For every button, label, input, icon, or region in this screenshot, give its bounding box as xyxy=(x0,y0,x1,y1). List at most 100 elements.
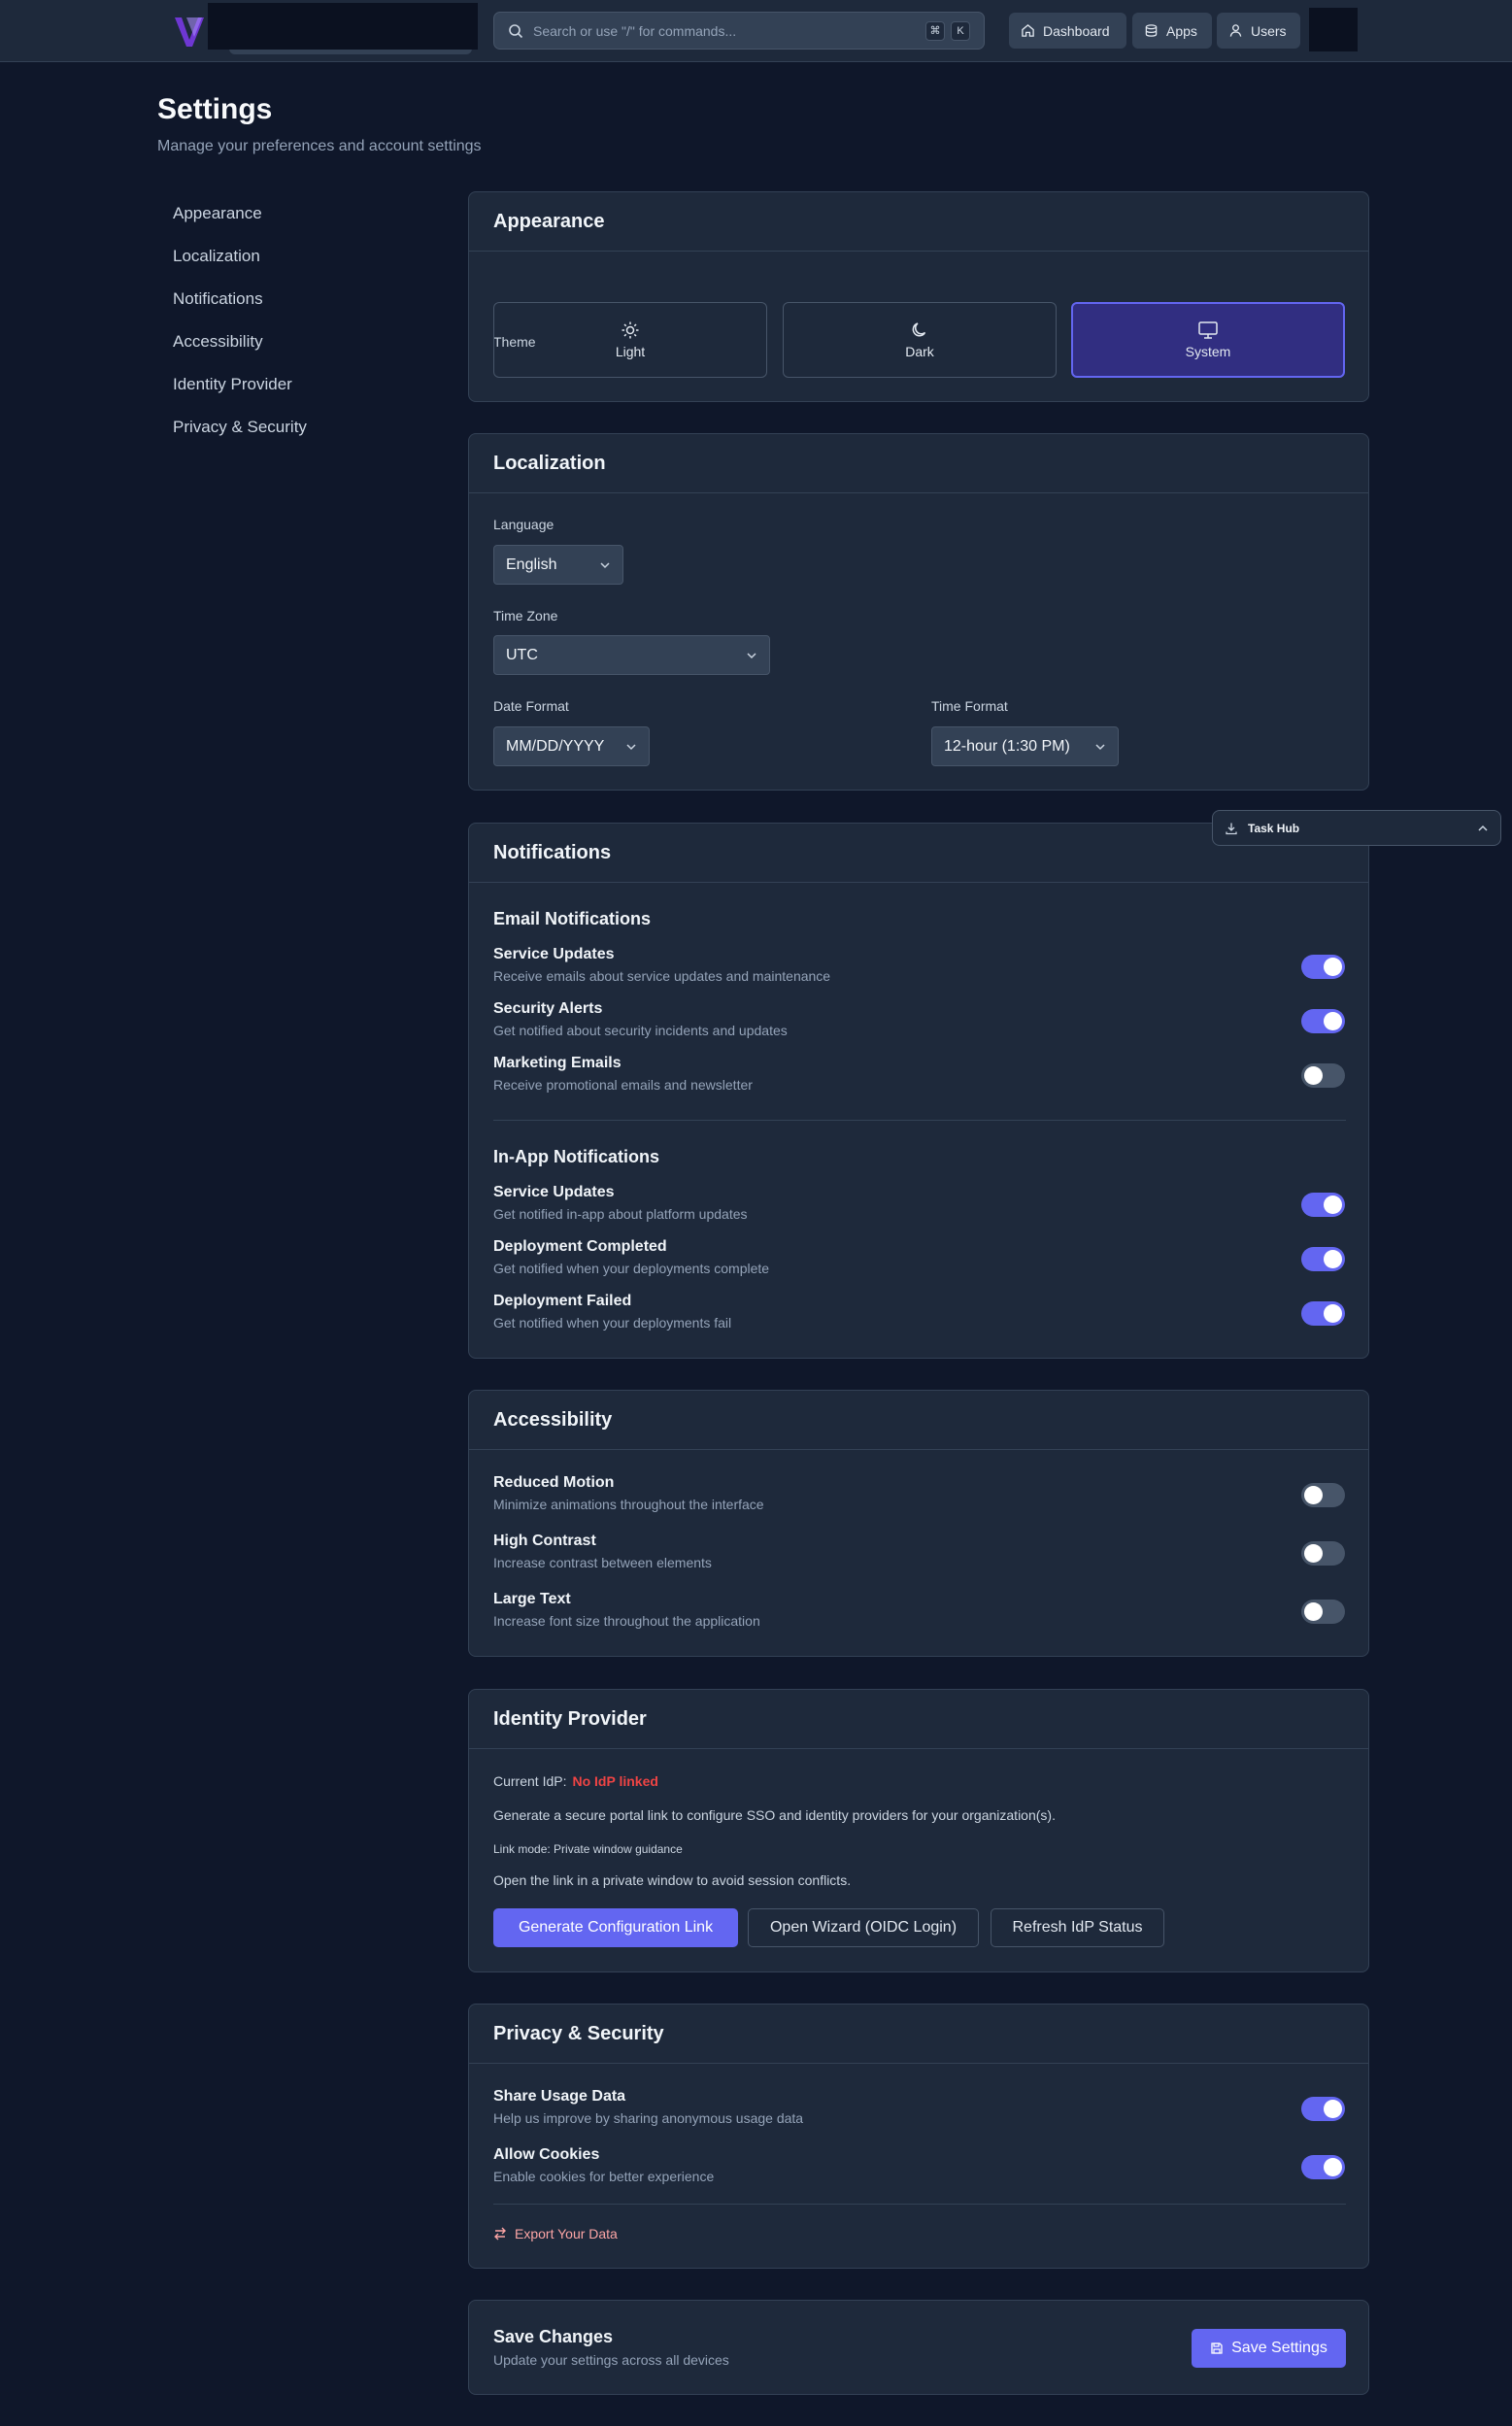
sidenav-item-privacy-security[interactable]: Privacy & Security xyxy=(157,406,429,449)
accessibility-card: Accessibility Reduced Motion Minimize an… xyxy=(468,1390,1369,1657)
sidenav-item-appearance[interactable]: Appearance xyxy=(157,192,429,235)
deployment-completed-toggle[interactable] xyxy=(1301,1247,1345,1271)
shortcut-hint: ⌘ K xyxy=(925,20,970,41)
idp-description: Generate a secure portal link to configu… xyxy=(493,1807,1056,1823)
timezone-value: UTC xyxy=(506,646,538,663)
chevron-down-icon xyxy=(1095,743,1105,750)
moon-icon xyxy=(912,322,926,337)
avatar[interactable] xyxy=(1309,8,1358,51)
privacy-security-card: Privacy & Security Share Usage Data Help… xyxy=(468,2004,1369,2269)
export-data-label: Export Your Data xyxy=(515,2226,618,2241)
share-usage-data-toggle[interactable] xyxy=(1301,2097,1345,2121)
theme-light-button[interactable]: Light xyxy=(493,302,767,378)
apps-button[interactable]: Apps xyxy=(1132,13,1212,49)
allow-cookies-toggle[interactable] xyxy=(1301,2155,1345,2179)
save-icon xyxy=(1211,2342,1223,2354)
appearance-card: Appearance Theme Light Dark System xyxy=(468,191,1369,402)
security-alerts-toggle[interactable] xyxy=(1301,1009,1345,1033)
email-service-updates-toggle[interactable] xyxy=(1301,955,1345,979)
large-text-title: Large Text xyxy=(493,1591,571,1607)
reduced-motion-toggle[interactable] xyxy=(1301,1483,1345,1507)
home-icon xyxy=(1022,24,1034,37)
theme-dark-label: Dark xyxy=(905,344,934,359)
download-icon xyxy=(1226,823,1237,834)
users-button[interactable]: Users xyxy=(1217,13,1300,49)
chevron-down-icon xyxy=(747,652,756,658)
apps-label: Apps xyxy=(1166,22,1197,39)
high-contrast-desc: Increase contrast between elements xyxy=(493,1555,712,1570)
dashboard-button[interactable]: Dashboard xyxy=(1009,13,1126,49)
marketing-emails-desc: Receive promotional emails and newslette… xyxy=(493,1077,753,1093)
task-hub-label: Task Hub xyxy=(1248,821,1300,835)
current-idp-label: Current IdP: xyxy=(493,1773,567,1789)
sidenav-item-accessibility[interactable]: Accessibility xyxy=(157,320,429,363)
deployment-failed-desc: Get notified when your deployments fail xyxy=(493,1315,732,1331)
reduced-motion-desc: Minimize animations throughout the inter… xyxy=(493,1497,764,1512)
section-divider xyxy=(493,1120,1346,1121)
localization-card: Localization Language English Time Zone … xyxy=(468,433,1369,791)
refresh-idp-status-button[interactable]: Refresh IdP Status xyxy=(991,1908,1164,1947)
database-icon xyxy=(1145,24,1158,37)
section-divider xyxy=(493,2204,1346,2205)
page-title: Settings xyxy=(157,93,273,125)
inapp-service-updates-title: Service Updates xyxy=(493,1184,615,1200)
identity-provider-card: Identity Provider Current IdP: No IdP lin… xyxy=(468,1689,1369,1972)
save-changes-desc: Update your settings across all devices xyxy=(493,2352,729,2368)
date-format-select[interactable]: MM/DD/YYYY xyxy=(493,726,650,766)
language-value: English xyxy=(506,556,557,573)
time-format-select[interactable]: 12-hour (1:30 PM) xyxy=(931,726,1119,766)
deployment-completed-title: Deployment Completed xyxy=(493,1238,667,1255)
timezone-label: Time Zone xyxy=(493,608,558,623)
timezone-select[interactable]: UTC xyxy=(493,635,770,675)
deployment-completed-desc: Get notified when your deployments compl… xyxy=(493,1261,770,1276)
save-settings-button[interactable]: Save Settings xyxy=(1192,2329,1346,2368)
generate-config-link-button[interactable]: Generate Configuration Link xyxy=(493,1908,738,1947)
logo-icon[interactable] xyxy=(173,14,212,51)
sidenav-item-identity-provider[interactable]: Identity Provider xyxy=(157,363,429,406)
inapp-service-updates-toggle[interactable] xyxy=(1301,1193,1345,1217)
allow-cookies-desc: Enable cookies for better experience xyxy=(493,2169,715,2184)
users-label: Users xyxy=(1251,22,1287,39)
large-text-desc: Increase font size throughout the applic… xyxy=(493,1613,760,1629)
task-hub-panel[interactable]: Task Hub xyxy=(1212,810,1501,846)
inapp-notifications-heading: In-App Notifications xyxy=(493,1147,659,1166)
sidenav-item-localization[interactable]: Localization xyxy=(157,235,429,278)
open-wizard-button[interactable]: Open Wizard (OIDC Login) xyxy=(748,1908,979,1947)
chevron-up-icon[interactable] xyxy=(1477,823,1489,834)
search-input[interactable]: Search or use "/" for commands... ⌘ K xyxy=(493,12,985,50)
current-idp-value: No IdP linked xyxy=(572,1773,658,1789)
search-placeholder: Search or use "/" for commands... xyxy=(533,22,737,39)
language-label: Language xyxy=(493,517,554,532)
theme-system-label: System xyxy=(1185,344,1231,359)
time-format-label: Time Format xyxy=(931,698,1008,714)
marketing-emails-toggle[interactable] xyxy=(1301,1063,1345,1088)
high-contrast-title: High Contrast xyxy=(493,1533,596,1549)
page-subtitle: Manage your preferences and account sett… xyxy=(157,138,482,154)
reduced-motion-title: Reduced Motion xyxy=(493,1474,615,1491)
dashboard-label: Dashboard xyxy=(1043,22,1110,39)
export-data-link[interactable]: Export Your Data xyxy=(493,2226,618,2241)
chevron-down-icon xyxy=(626,743,636,750)
theme-light-label: Light xyxy=(615,344,646,359)
save-settings-label: Save Settings xyxy=(1231,2340,1327,2356)
inapp-service-updates-desc: Get notified in-app about platform updat… xyxy=(493,1206,748,1222)
high-contrast-toggle[interactable] xyxy=(1301,1541,1345,1566)
search-icon xyxy=(509,23,523,38)
email-notifications-heading: Email Notifications xyxy=(493,909,652,928)
identity-provider-title: Identity Provider xyxy=(469,1690,1368,1749)
monitor-icon xyxy=(1198,321,1218,339)
theme-dark-button[interactable]: Dark xyxy=(783,302,1057,378)
sidenav-item-notifications[interactable]: Notifications xyxy=(157,278,429,320)
arrows-exchange-icon xyxy=(494,2227,506,2241)
allow-cookies-title: Allow Cookies xyxy=(493,2146,600,2163)
top-bar: Search or use "/" for commands... ⌘ K Da… xyxy=(0,0,1512,62)
language-select[interactable]: English xyxy=(493,545,623,585)
save-changes-title: Save Changes xyxy=(493,2327,614,2346)
large-text-toggle[interactable] xyxy=(1301,1600,1345,1624)
theme-system-button[interactable]: System xyxy=(1071,302,1345,378)
redacted-block xyxy=(208,3,478,50)
share-usage-data-desc: Help us improve by sharing anonymous usa… xyxy=(493,2110,804,2126)
k-key: K xyxy=(951,20,970,41)
deployment-failed-toggle[interactable] xyxy=(1301,1301,1345,1326)
appearance-title: Appearance xyxy=(469,192,1368,252)
